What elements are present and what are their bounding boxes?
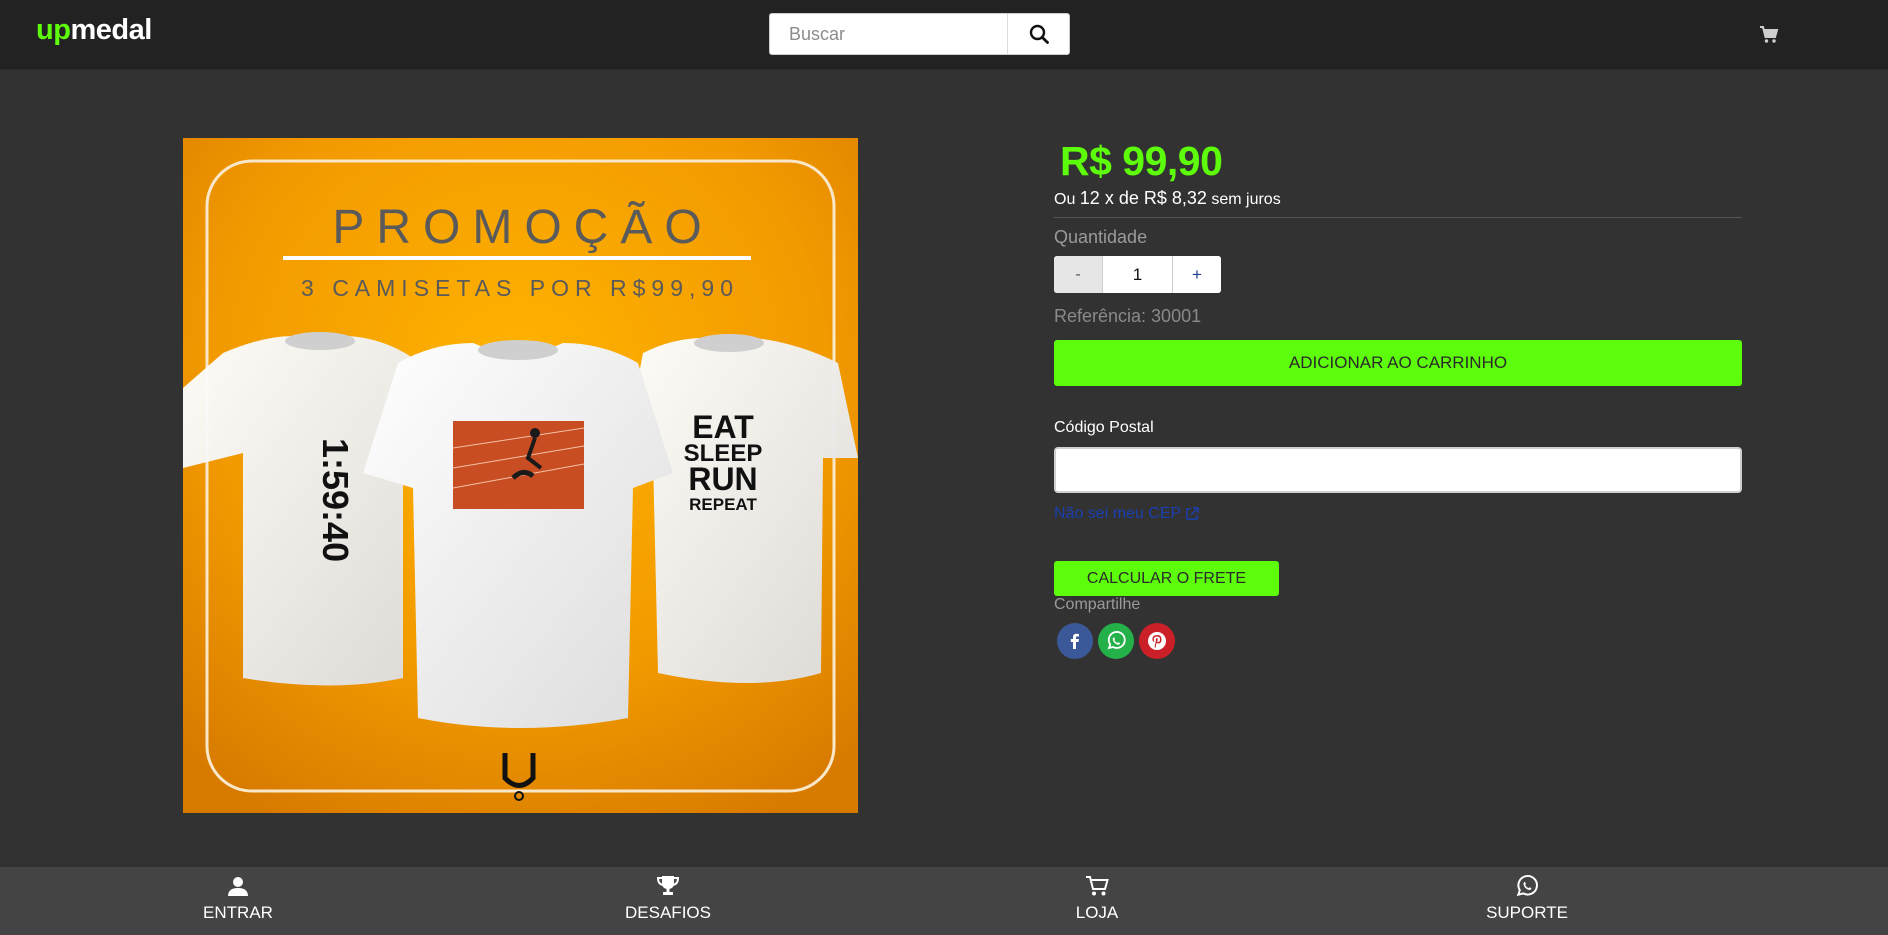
pinterest-icon: [1148, 632, 1166, 650]
nav-label: DESAFIOS: [625, 903, 711, 922]
product-image: PROMOÇÃO 3 CAMISETAS POR R$99,90 1:59:40…: [183, 138, 858, 813]
cart-icon: [1086, 876, 1109, 896]
user-icon: [228, 877, 248, 896]
pinterest-share-button[interactable]: [1139, 623, 1175, 659]
shirt-left-text: 1:59:40: [315, 438, 356, 562]
postal-code-label: Código Postal: [1054, 419, 1154, 436]
nav-item-entrar[interactable]: ENTRAR: [138, 867, 338, 935]
promo-headline: PROMOÇÃO: [332, 200, 713, 254]
share-label: Compartilhe: [1054, 596, 1141, 613]
facebook-icon: [1070, 633, 1079, 649]
shirt-right-line-3: RUN: [688, 461, 757, 497]
quantity-increase-button[interactable]: +: [1172, 256, 1221, 293]
installments-suffix: sem juros: [1211, 191, 1281, 208]
facebook-share-button[interactable]: [1057, 623, 1093, 659]
quantity-stepper: - 1 +: [1054, 256, 1221, 293]
trophy-icon: [656, 876, 680, 895]
quantity-label: Quantidade: [1054, 227, 1148, 247]
installments-count: 12 x de R$ 8,32: [1079, 188, 1207, 208]
reference: Referência: 30001: [1054, 306, 1202, 326]
quantity-decrease-button[interactable]: -: [1054, 256, 1103, 293]
nav-item-loja[interactable]: LOJA: [997, 867, 1197, 935]
installments-prefix: Ou: [1054, 191, 1076, 208]
bottom-nav: ENTRAR DESAFIOS LOJA SUPORTE: [0, 867, 1888, 935]
logo[interactable]: up medal: [36, 16, 152, 50]
share-buttons: [1057, 623, 1175, 659]
divider: [1054, 217, 1742, 218]
whatsapp-icon: [1107, 631, 1126, 650]
nav-label: ENTRAR: [203, 903, 273, 922]
nav-label: LOJA: [1075, 903, 1119, 922]
search-input[interactable]: [770, 14, 1010, 54]
search-button[interactable]: [1007, 14, 1069, 54]
logo-up: up: [36, 14, 71, 46]
nav-label: SUPORTE: [1486, 903, 1568, 922]
shirt-right-line-4: REPEAT: [689, 495, 757, 514]
postal-code-input[interactable]: [1054, 447, 1742, 493]
nav-item-suporte[interactable]: SUPORTE: [1427, 867, 1627, 935]
logo-medal: medal: [70, 14, 152, 46]
promo-subheadline: 3 CAMISETAS POR R$99,90: [301, 275, 739, 301]
unknown-cep-link[interactable]: Não sei meu CEP: [1054, 505, 1199, 523]
top-bar: up medal: [0, 0, 1888, 70]
whatsapp-icon: [1516, 875, 1538, 897]
calculate-shipping-button[interactable]: CALCULAR O FRETE: [1054, 561, 1279, 596]
cart-icon[interactable]: [1759, 25, 1779, 45]
installments: Ou 12 x de R$ 8,32 sem juros: [1054, 188, 1281, 209]
external-link-icon: [1186, 507, 1199, 520]
nav-item-desafios[interactable]: DESAFIOS: [568, 867, 768, 935]
search-box: [769, 13, 1070, 55]
whatsapp-share-button[interactable]: [1098, 623, 1134, 659]
unknown-cep-link-text: Não sei meu CEP: [1054, 505, 1182, 522]
price: R$ 99,90: [1060, 138, 1223, 184]
quantity-value[interactable]: 1: [1103, 256, 1172, 293]
search-icon: [1029, 24, 1049, 44]
add-to-cart-button[interactable]: ADICIONAR AO CARRINHO: [1054, 340, 1742, 386]
